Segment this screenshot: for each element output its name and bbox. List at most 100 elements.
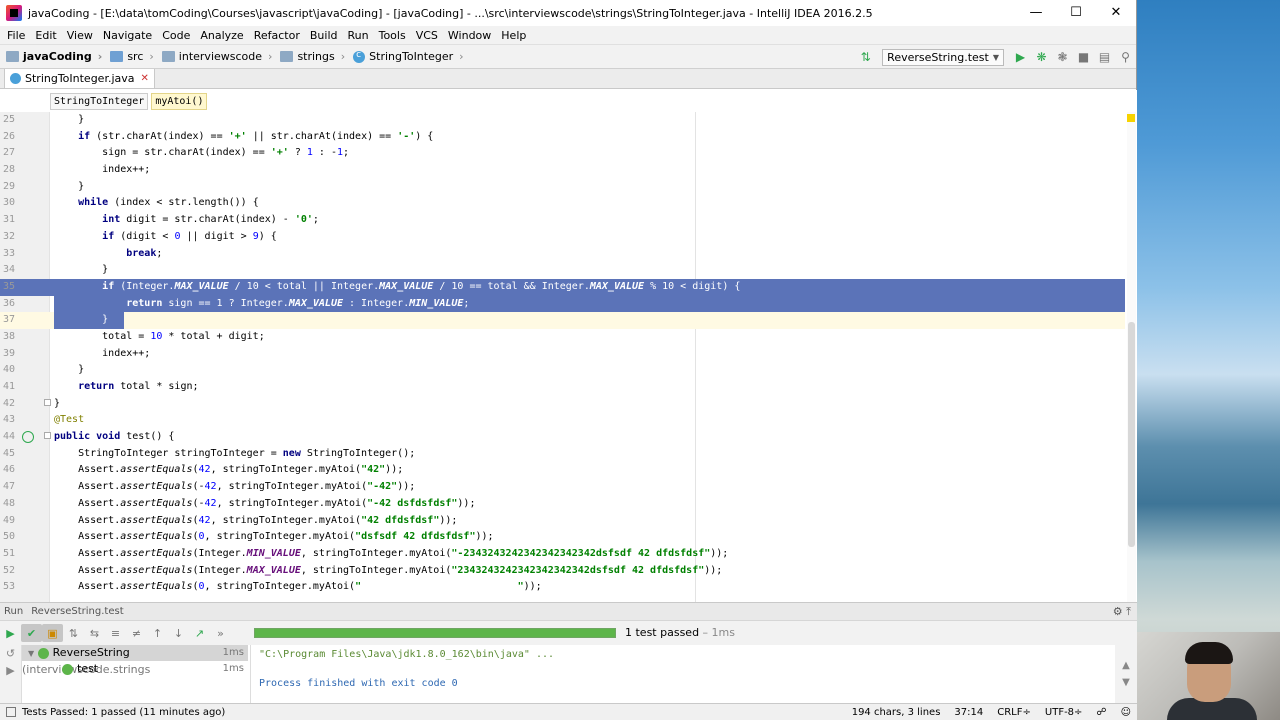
breadcrumb-label: interviewscode bbox=[178, 50, 263, 63]
pin-icon[interactable]: ▶ bbox=[0, 664, 21, 677]
menu-code[interactable]: Code bbox=[157, 29, 195, 42]
breadcrumb-src[interactable]: src › bbox=[104, 50, 155, 63]
breadcrumb-strings[interactable]: strings › bbox=[274, 50, 347, 63]
menu-view[interactable]: View bbox=[62, 29, 98, 42]
chevron-right-icon: › bbox=[97, 50, 103, 63]
code-line: 48 Assert.assertEquals(-42, stringToInte… bbox=[2, 497, 476, 509]
status-message[interactable]: Tests Passed: 1 passed (11 minutes ago) bbox=[22, 707, 225, 718]
menu-run[interactable]: Run bbox=[343, 29, 374, 42]
menu-edit[interactable]: Edit bbox=[30, 29, 61, 42]
test-status-time: – 1ms bbox=[699, 626, 736, 639]
editor-crumb-class[interactable]: StringToInteger bbox=[50, 92, 149, 110]
test-suite-row[interactable]: ▼ ReverseString (interviewscode.strings … bbox=[22, 645, 248, 676]
editor-tab-bar: StringToInteger.java ✕ bbox=[0, 68, 1136, 89]
fold-marker-icon[interactable] bbox=[44, 399, 51, 406]
scrollbar-thumb[interactable] bbox=[1128, 322, 1135, 547]
code-line: 45 StringToInteger stringToInteger = new… bbox=[2, 447, 416, 459]
project-folder-icon bbox=[6, 51, 19, 62]
export-results-icon[interactable]: ↗ bbox=[189, 624, 210, 642]
tab-string-to-integer[interactable]: StringToInteger.java ✕ bbox=[4, 68, 155, 88]
code-lines: 25 } 26 if (str.charAt(index) == '+' || … bbox=[0, 112, 1125, 596]
editor-crumb-method[interactable]: myAtoi() bbox=[151, 92, 208, 110]
maximize-icon[interactable]: ☐ bbox=[1056, 0, 1096, 26]
breadcrumb-class[interactable]: StringToInteger › bbox=[347, 50, 465, 63]
prev-failed-icon[interactable]: ↑ bbox=[147, 624, 168, 642]
menu-help[interactable]: Help bbox=[496, 29, 531, 42]
test-passed-icon bbox=[62, 663, 73, 675]
restore-icon[interactable]: ↺ bbox=[0, 647, 21, 660]
menu-window[interactable]: Window bbox=[443, 29, 496, 42]
test-results-tree: ▼ ReverseString (interviewscode.strings … bbox=[22, 645, 248, 703]
title-bar: javaCoding - [E:\data\tomCoding\Courses\… bbox=[0, 0, 1136, 26]
show-ignored-icon[interactable]: ▣ bbox=[42, 624, 63, 642]
code-line: 43 @Test bbox=[2, 414, 85, 426]
search-icon[interactable]: ⚲ bbox=[1115, 48, 1136, 66]
breadcrumb-interviewscode[interactable]: interviewscode › bbox=[156, 50, 275, 63]
test-suite-name: ReverseString bbox=[52, 646, 130, 659]
intellij-logo-icon bbox=[6, 5, 22, 21]
code-line: 26 if (str.charAt(index) == '+' || str.c… bbox=[2, 130, 434, 142]
close-tab-icon[interactable]: ✕ bbox=[141, 73, 149, 84]
collapse-arrow-icon[interactable]: ▼ bbox=[28, 649, 34, 658]
chevron-right-icon: › bbox=[459, 50, 464, 63]
project-structure-icon[interactable]: ▤ bbox=[1094, 48, 1115, 66]
more-icon[interactable]: » bbox=[210, 624, 231, 642]
scroll-up-icon[interactable]: ▲ bbox=[1122, 660, 1130, 671]
menu-file[interactable]: File bbox=[2, 29, 30, 42]
code-line: 42} bbox=[2, 397, 61, 409]
settings-icon[interactable]: ⚙ ⤒ bbox=[1113, 605, 1131, 619]
run-console[interactable]: "C:\Program Files\Java\jdk1.8.0_162\bin\… bbox=[250, 645, 1115, 703]
run-icon[interactable]: ▶ bbox=[1010, 48, 1031, 66]
package-icon bbox=[280, 51, 294, 62]
selection-info: 194 chars, 3 lines bbox=[851, 707, 941, 718]
menu-analyze[interactable]: Analyze bbox=[195, 29, 248, 42]
debug-icon[interactable]: ❋ bbox=[1031, 48, 1052, 66]
hector-icon[interactable]: ☺ bbox=[1121, 707, 1131, 718]
minimize-icon[interactable]: — bbox=[1016, 0, 1056, 26]
menu-build[interactable]: Build bbox=[305, 29, 343, 42]
expand-all-icon[interactable]: ≡ bbox=[105, 624, 126, 642]
code-line: 36 return sign == 1 ? Integer.MAX_VALUE … bbox=[0, 295, 1125, 313]
menu-tools[interactable]: Tools bbox=[374, 29, 411, 42]
tool-window-toggle-icon[interactable] bbox=[6, 707, 16, 717]
show-passed-icon[interactable]: ✔ bbox=[21, 624, 42, 642]
code-line-current: 37 } bbox=[0, 312, 1125, 329]
collapse-all-icon[interactable]: ≠ bbox=[126, 624, 147, 642]
rerun-icon[interactable]: ▶ bbox=[0, 624, 21, 642]
next-failed-icon[interactable]: ↓ bbox=[168, 624, 189, 642]
line-separator[interactable]: CRLF÷ bbox=[997, 707, 1031, 718]
code-line: 35 if (Integer.MAX_VALUE / 10 < total ||… bbox=[0, 278, 1125, 296]
code-line: 40 } bbox=[2, 364, 85, 376]
menu-vcs[interactable]: VCS bbox=[411, 29, 443, 42]
test-case-row[interactable]: test 1ms bbox=[22, 661, 248, 677]
coverage-icon[interactable]: ❃ bbox=[1052, 48, 1073, 66]
fold-marker-icon[interactable] bbox=[44, 432, 51, 439]
file-encoding[interactable]: UTF-8÷ bbox=[1045, 707, 1083, 718]
run-tab-title[interactable]: ReverseString.test bbox=[31, 606, 123, 617]
code-line: 52 Assert.assertEquals(Integer.MAX_VALUE… bbox=[2, 564, 723, 576]
menu-navigate[interactable]: Navigate bbox=[98, 29, 157, 42]
window-controls: — ☐ ✕ bbox=[1016, 0, 1136, 26]
code-editor[interactable]: StringToInteger myAtoi() 25 } 26 if (str… bbox=[0, 90, 1137, 602]
stop-icon[interactable]: ■ bbox=[1073, 48, 1094, 66]
code-line: 25 } bbox=[2, 114, 85, 125]
lock-icon[interactable]: ☍ bbox=[1096, 707, 1106, 718]
breadcrumb-project[interactable]: javaCoding › bbox=[0, 50, 104, 63]
caret-position[interactable]: 37:14 bbox=[954, 707, 983, 718]
run-panel-label: Run bbox=[4, 606, 24, 617]
menu-bar: File Edit View Navigate Code Analyze Ref… bbox=[0, 26, 1136, 45]
code-line: 32 if (digit < 0 || digit > 9) { bbox=[2, 230, 277, 242]
run-test-gutter-icon[interactable] bbox=[22, 431, 34, 443]
breadcrumb-label: javaCoding bbox=[23, 50, 92, 63]
close-icon[interactable]: ✕ bbox=[1096, 0, 1136, 26]
code-line: 50 Assert.assertEquals(0, stringToIntege… bbox=[2, 531, 494, 543]
run-config-select[interactable]: ReverseString.test ▼ bbox=[882, 48, 1004, 66]
sort-alpha-icon[interactable]: ⇅ bbox=[63, 624, 84, 642]
menu-refactor[interactable]: Refactor bbox=[249, 29, 305, 42]
sort-duration-icon[interactable]: ⇆ bbox=[84, 624, 105, 642]
scroll-down-icon[interactable]: ▼ bbox=[1122, 677, 1130, 688]
run-toolbar-panel: ▶ ✔ ▣ ⇅ ⇆ ≡ ≠ ↑ ↓ ↗ » 1 test passed – 1m… bbox=[0, 621, 1137, 645]
editor-scrollbar[interactable] bbox=[1127, 112, 1136, 602]
warning-marker-icon[interactable] bbox=[1127, 114, 1135, 122]
build-arrows-icon[interactable]: ⇅ bbox=[855, 48, 876, 66]
